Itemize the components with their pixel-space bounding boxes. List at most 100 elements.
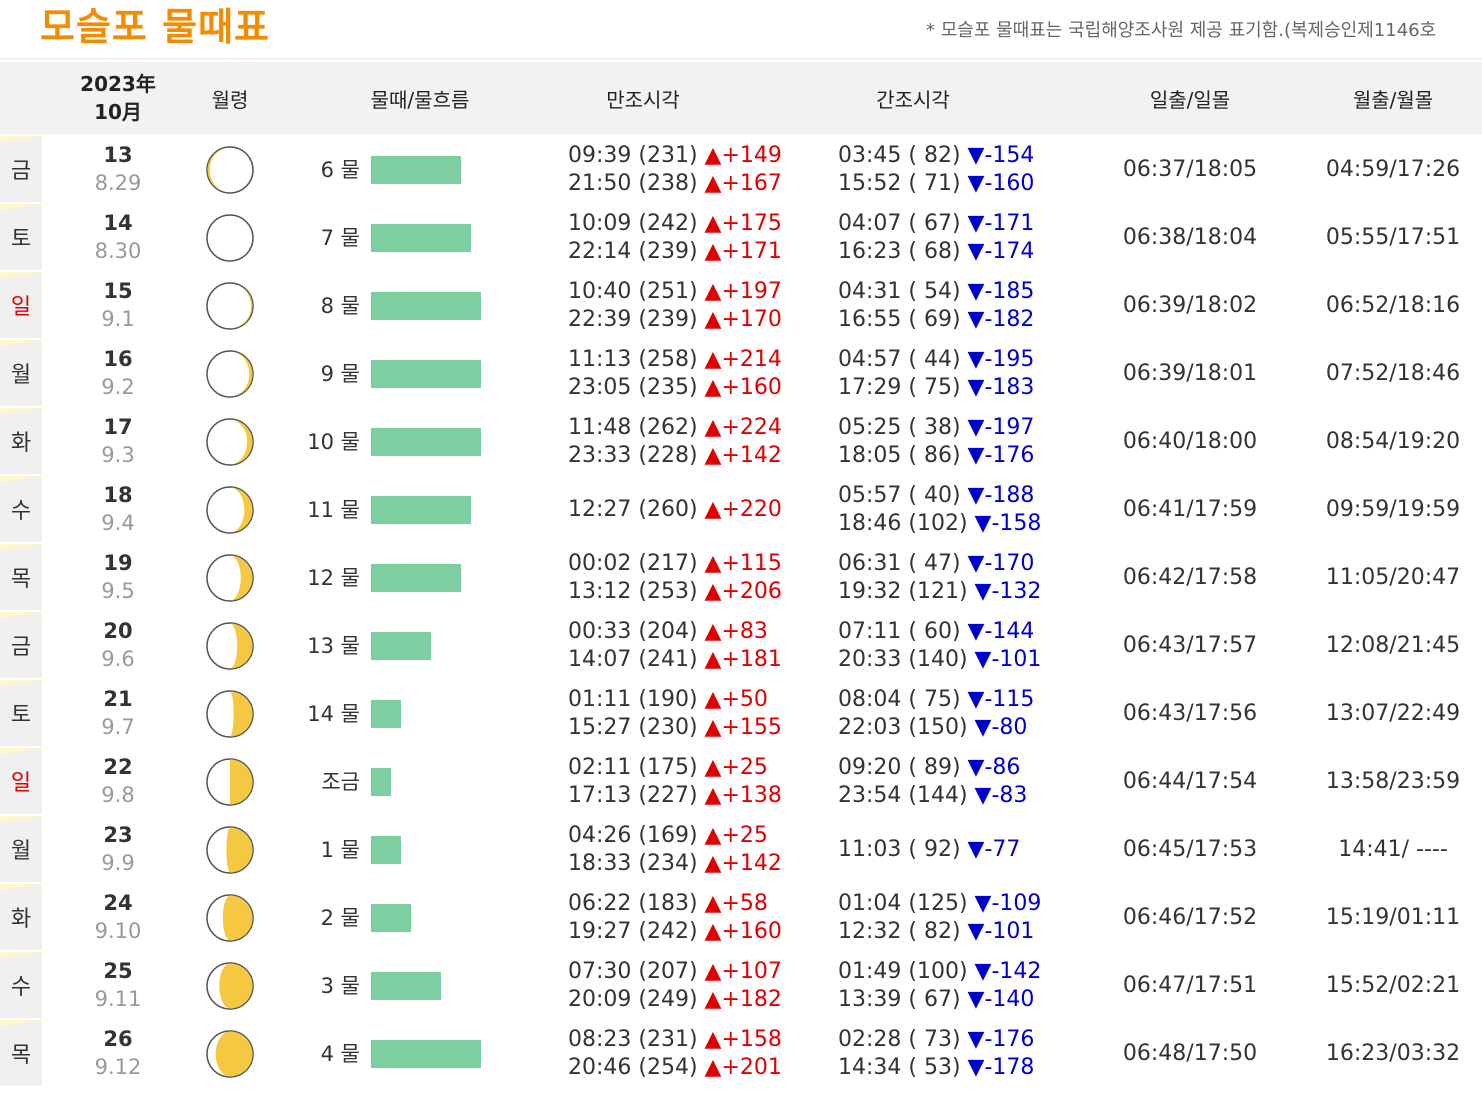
- day-of-week: 목: [0, 1020, 42, 1086]
- high-tide-time: 23:05 (235): [568, 375, 705, 400]
- high-tide-entry: 12:27 (260) ▲+220: [568, 496, 782, 524]
- low-tide-times: 04:07 ( 67) ▼-171 16:23 ( 68) ▼-174: [838, 210, 1034, 266]
- high-tide-time: 22:39 (239): [568, 307, 705, 332]
- low-tide-time: 01:04 (125): [838, 891, 975, 916]
- high-tide-diff: ▲+201: [704, 1055, 782, 1080]
- moon-phase-icon: [206, 690, 254, 738]
- tide-flow-bar: [371, 836, 401, 864]
- low-tide-entry: 14:34 ( 53) ▼-178: [838, 1054, 1034, 1082]
- low-tide-entry: 16:23 ( 68) ▼-174: [838, 238, 1034, 266]
- low-tide-diff: ▼-174: [967, 239, 1035, 264]
- day-of-week: 수: [0, 952, 42, 1018]
- tide-phase: 11 물: [307, 498, 360, 522]
- moonrise-moonset: 04:59/17:26: [1325, 157, 1461, 182]
- low-tide-diff: ▼-183: [967, 375, 1035, 400]
- low-tide-entry: 04:07 ( 67) ▼-171: [838, 210, 1034, 238]
- low-tide-diff: ▼-158: [974, 511, 1042, 536]
- high-tide-diff: ▲+160: [704, 375, 782, 400]
- moon-phase-icon: [206, 350, 254, 398]
- table-header: 2023年 10月 월령 물때/물흐름 만조시각 간조시각 일출/일몰 월출/월…: [0, 62, 1482, 134]
- tide-phase: 13 물: [307, 634, 360, 658]
- table-row: 화 17 9.3 10 물 11:48 (262) ▲+224 23:33 (228) ▲…: [0, 408, 1482, 476]
- high-tide-time: 20:46 (254): [568, 1055, 705, 1080]
- sunrise-sunset: 06:47/17:51: [1122, 973, 1258, 998]
- tide-phase: 9 물: [320, 362, 360, 386]
- low-tide-times: 07:11 ( 60) ▼-144 20:33 (140) ▼-101: [838, 618, 1041, 674]
- day-of-week: 일: [0, 272, 42, 338]
- day-of-week: 수: [0, 476, 42, 542]
- low-tide-time: 16:23 ( 68): [838, 239, 968, 264]
- day-of-week: 화: [0, 408, 42, 474]
- high-tide-time: 23:33 (228): [568, 443, 705, 468]
- tide-flow-bar: [371, 224, 471, 252]
- low-tide-times: 09:20 ( 89) ▼-86 23:54 (144) ▼-83: [838, 754, 1027, 810]
- low-tide-diff: ▼-176: [967, 443, 1035, 468]
- tide-flow-bar: [371, 428, 481, 456]
- header-moonrise-moonset: 월출/월몰: [1352, 87, 1434, 112]
- low-tide-diff: ▼-109: [974, 891, 1042, 916]
- high-tide-time: 13:12 (253): [568, 579, 705, 604]
- header-high-tide: 만조시각: [606, 87, 680, 112]
- low-tide-entry: 03:45 ( 82) ▼-154: [838, 142, 1034, 170]
- low-tide-entry: 19:32 (121) ▼-132: [838, 578, 1041, 606]
- sunrise-sunset: 06:38/18:04: [1122, 225, 1258, 250]
- low-tide-entry: 23:54 (144) ▼-83: [838, 782, 1027, 810]
- low-tide-diff: ▼-176: [967, 1027, 1035, 1052]
- high-tide-times: 11:13 (258) ▲+214 23:05 (235) ▲+160: [568, 346, 782, 402]
- high-tide-entry: 01:11 (190) ▲+50: [568, 686, 782, 714]
- low-tide-time: 04:57 ( 44): [838, 347, 968, 372]
- high-tide-times: 00:02 (217) ▲+115 13:12 (253) ▲+206: [568, 550, 782, 606]
- moon-phase-icon: [206, 1030, 254, 1078]
- low-tide-time: 16:55 ( 69): [838, 307, 968, 332]
- date-day: 19: [103, 551, 133, 575]
- tide-phase: 3 물: [320, 974, 360, 998]
- low-tide-entry: 09:20 ( 89) ▼-86: [838, 754, 1027, 782]
- high-tide-diff: ▲+149: [704, 143, 782, 168]
- tide-flow-bar: [371, 972, 441, 1000]
- low-tide-diff: ▼-140: [967, 987, 1035, 1012]
- moonrise-moonset: 05:55/17:51: [1325, 225, 1461, 250]
- low-tide-times: 06:31 ( 47) ▼-170 19:32 (121) ▼-132: [838, 550, 1041, 606]
- high-tide-time: 19:27 (242): [568, 919, 705, 944]
- high-tide-time: 17:13 (227): [568, 783, 705, 808]
- low-tide-entry: 15:52 ( 71) ▼-160: [838, 170, 1034, 198]
- high-tide-diff: ▲+115: [704, 551, 782, 576]
- high-tide-entry: 07:30 (207) ▲+107: [568, 958, 782, 986]
- low-tide-entry: 08:04 ( 75) ▼-115: [838, 686, 1034, 714]
- high-tide-diff: ▲+167: [704, 171, 782, 196]
- high-tide-times: 10:09 (242) ▲+175 22:14 (239) ▲+171: [568, 210, 782, 266]
- low-tide-diff: ▼-188: [967, 483, 1035, 508]
- high-tide-diff: ▲+182: [704, 987, 782, 1012]
- moonrise-moonset: 13:07/22:49: [1325, 701, 1461, 726]
- high-tide-times: 12:27 (260) ▲+220: [568, 496, 782, 524]
- low-tide-diff: ▼-197: [967, 415, 1035, 440]
- low-tide-entry: 01:04 (125) ▼-109: [838, 890, 1041, 918]
- low-tide-entry: 17:29 ( 75) ▼-183: [838, 374, 1034, 402]
- high-tide-times: 09:39 (231) ▲+149 21:50 (238) ▲+167: [568, 142, 782, 198]
- sunrise-sunset: 06:39/18:01: [1122, 361, 1258, 386]
- lunar-date: 9.4: [101, 511, 135, 535]
- lunar-date: 9.9: [101, 851, 135, 875]
- high-tide-entry: 22:39 (239) ▲+170: [568, 306, 782, 334]
- low-tide-entry: 16:55 ( 69) ▼-182: [838, 306, 1034, 334]
- table-row: 토 14 8.30 7 물 10:09 (242) ▲+175 22:14 (239) ▲…: [0, 204, 1482, 272]
- high-tide-times: 07:30 (207) ▲+107 20:09 (249) ▲+182: [568, 958, 782, 1014]
- high-tide-entry: 00:33 (204) ▲+83: [568, 618, 782, 646]
- low-tide-diff: ▼-142: [974, 959, 1042, 984]
- table-row: 월 16 9.2 9 물 11:13 (258) ▲+214 23:05 (235) ▲+…: [0, 340, 1482, 408]
- low-tide-entry: 04:31 ( 54) ▼-185: [838, 278, 1034, 306]
- tide-flow-bar: [371, 564, 461, 592]
- high-tide-entry: 23:33 (228) ▲+142: [568, 442, 782, 470]
- low-tide-times: 11:03 ( 92) ▼-77: [838, 836, 1020, 864]
- tide-phase: 조금: [321, 770, 360, 794]
- tide-flow-bar: [371, 768, 391, 796]
- table-row: 일 22 9.8 조금 02:11 (175) ▲+25 17:13 (227) ▲+13…: [0, 748, 1482, 816]
- low-tide-diff: ▼-178: [967, 1055, 1035, 1080]
- lunar-date: 8.29: [94, 171, 142, 195]
- date-day: 14: [103, 211, 133, 235]
- date-day: 18: [103, 483, 133, 507]
- tide-phase: 14 물: [307, 702, 360, 726]
- tide-flow-bar: [371, 292, 481, 320]
- high-tide-time: 08:23 (231): [568, 1027, 705, 1052]
- high-tide-entry: 14:07 (241) ▲+181: [568, 646, 782, 674]
